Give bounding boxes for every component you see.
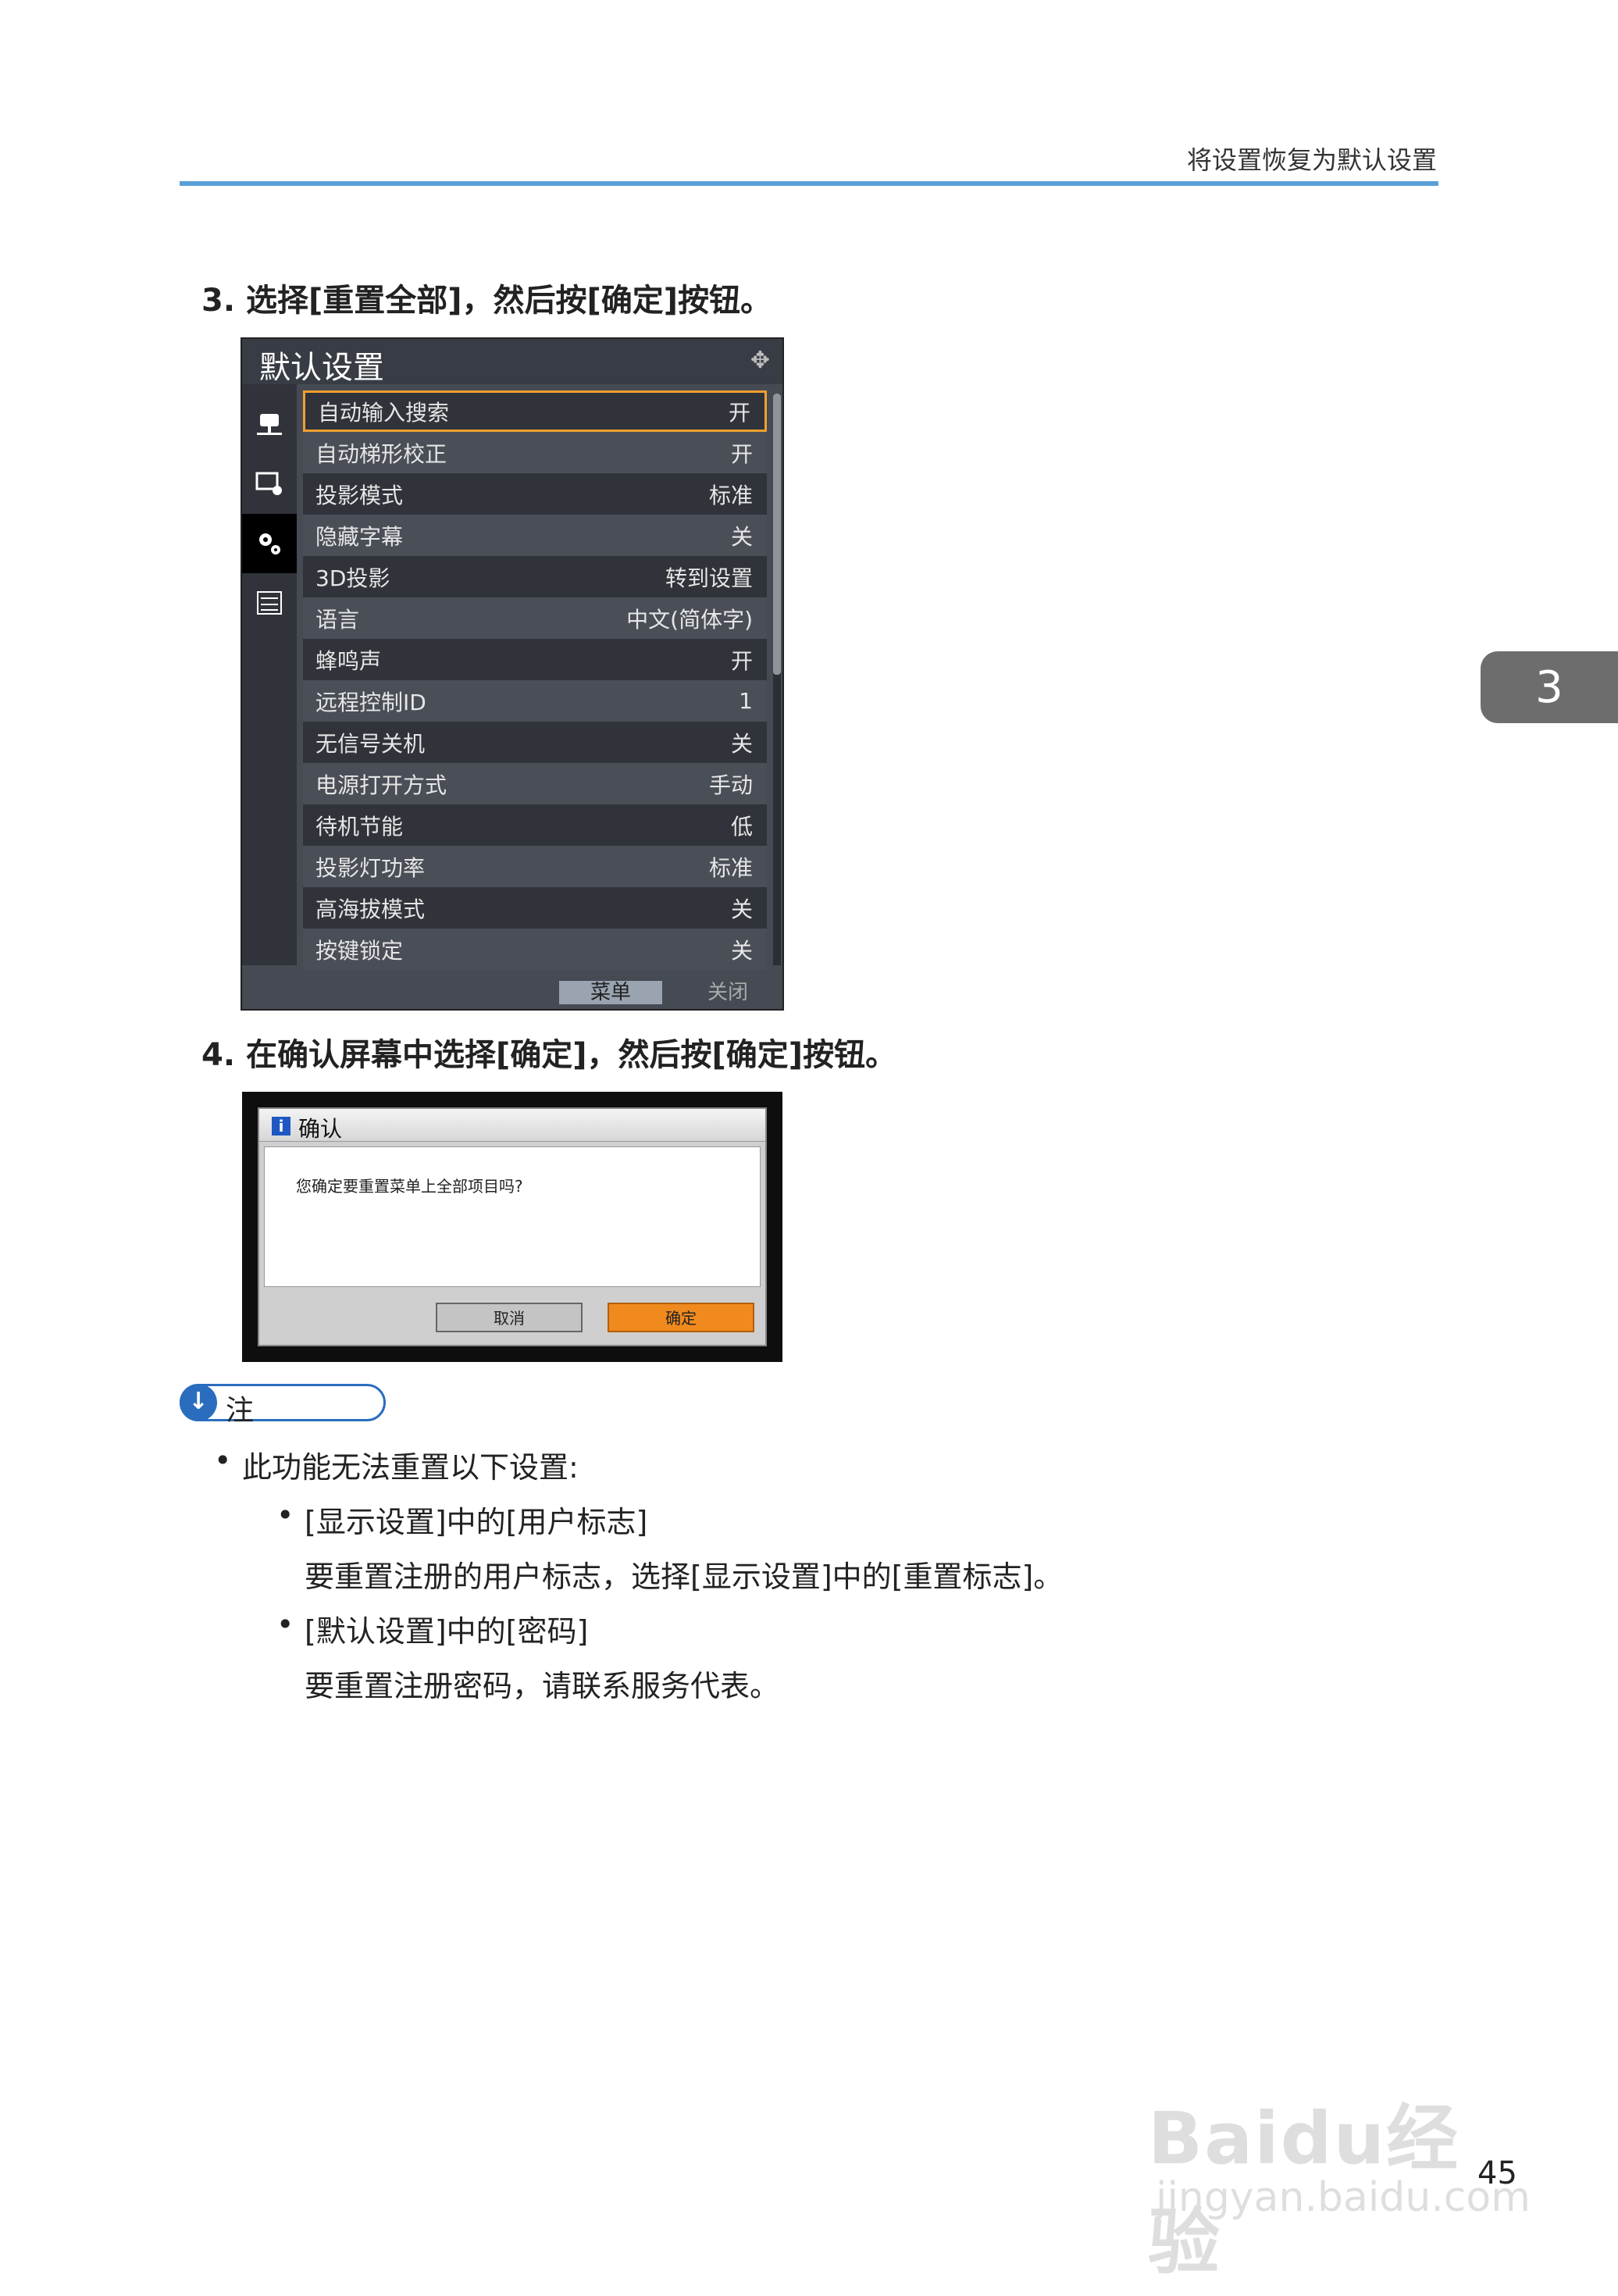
- menu-row-label: 待机节能: [315, 813, 404, 840]
- ok-button[interactable]: 确定: [608, 1303, 754, 1332]
- step-3: 3. 选择[重置全部]，然后按[确定]按钮。: [201, 283, 772, 319]
- note-item-detail: 要重置注册的用户标志，选择[显示设置]中的[重置标志]。: [305, 1560, 1064, 1594]
- menu-row-label: 蜂鸣声: [315, 647, 382, 674]
- dialog-titlebar: i 确认: [259, 1109, 765, 1142]
- note-header: ↓ 注: [180, 1384, 386, 1427]
- menu-row-label: 3D投影: [315, 565, 390, 591]
- menu-row-value: 手动: [708, 772, 753, 798]
- menu-row-value: 1: [739, 688, 753, 714]
- menu-row[interactable]: 待机节能 低: [303, 804, 767, 846]
- default-settings-menu: 默认设置 ✥ 自动输入搜索开 自动梯形校正开 投影模式 标准 隐藏字幕关 3D投影…: [241, 337, 784, 1011]
- menu-row-label: 电源打开方式: [315, 772, 447, 798]
- note-item-title: [显示设置]中的[用户标志]: [305, 1505, 648, 1539]
- menu-row-label: 投影灯功率: [315, 854, 426, 881]
- menu-row[interactable]: 自动梯形校正 开: [303, 432, 767, 473]
- menu-row-value: 转到设置: [665, 565, 753, 591]
- confirm-dialog-frame: i 确认 您确定要重置菜单上全部项目吗? 取消 确定: [242, 1092, 782, 1362]
- move-icon: ✥: [750, 347, 770, 374]
- menu-row[interactable]: 远程控制ID 1: [303, 680, 767, 722]
- note-item-detail: 要重置注册密码，请联系服务代表。: [305, 1669, 780, 1703]
- running-header: 将设置恢复为默认设置: [1186, 145, 1437, 175]
- step-4: 4. 在确认屏幕中选择[确定]，然后按[确定]按钮。: [201, 1037, 897, 1073]
- menu-row-label: 语言: [315, 606, 360, 633]
- cancel-button[interactable]: 取消: [436, 1303, 583, 1332]
- baidu-watermark: Baidu经验 jingyan.baidu.com: [1148, 2046, 1531, 2284]
- menu-row-label: 按键锁定: [315, 937, 404, 964]
- display-settings-icon[interactable]: [242, 455, 297, 514]
- menu-button[interactable]: 菜单: [559, 981, 662, 1004]
- menu-row-value: 中文(简体字): [626, 606, 753, 633]
- menu-list: 自动输入搜索开 自动梯形校正开 投影模式 标准 隐藏字幕关 3D投影 转到设置 语言…: [303, 390, 767, 970]
- menu-row[interactable]: 隐藏字幕 关: [303, 515, 767, 556]
- down-arrow-icon: ↓: [180, 1384, 217, 1421]
- watermark-url: jingyan.baidu.com: [1156, 2174, 1531, 2221]
- menu-row-value: 开: [730, 440, 753, 467]
- bullet-icon: •: [276, 1498, 294, 1532]
- default-settings-gear-icon[interactable]: [242, 514, 297, 573]
- menu-row[interactable]: 蜂鸣声 开: [303, 639, 767, 680]
- network-icon[interactable]: [242, 395, 297, 455]
- bullet-icon: •: [276, 1607, 294, 1642]
- close-button[interactable]: 关闭: [676, 981, 779, 1004]
- menu-row-label: 自动输入搜索: [318, 399, 450, 426]
- menu-row-value: 标准: [708, 854, 753, 881]
- dialog-title: 确认: [298, 1116, 343, 1142]
- menu-row-value: 关: [730, 896, 753, 922]
- header-rule: [180, 181, 1438, 186]
- menu-row-label: 自动梯形校正: [315, 440, 447, 467]
- menu-footer: 菜单 关闭: [242, 962, 782, 1009]
- menu-row-value: 关: [730, 937, 753, 964]
- menu-row-value: 低: [730, 813, 753, 840]
- menu-title: 默认设置: [259, 350, 384, 386]
- menu-scrollbar[interactable]: [773, 394, 781, 965]
- menu-row[interactable]: 高海拔模式 关: [303, 887, 767, 929]
- menu-row-label: 无信号关机: [315, 730, 426, 757]
- note-label: 注: [226, 1395, 255, 1427]
- menu-row[interactable]: 自动输入搜索 开: [303, 390, 767, 432]
- dialog-message: 您确定要重置菜单上全部项目吗?: [296, 1177, 523, 1196]
- menu-row[interactable]: 电源打开方式 手动: [303, 763, 767, 804]
- menu-row-label: 隐藏字幕: [315, 523, 404, 550]
- menu-row-value: 关: [730, 730, 753, 757]
- menu-row-label: 高海拔模式: [315, 896, 426, 922]
- note-item-title: [默认设置]中的[密码]: [305, 1614, 589, 1649]
- scrollbar-thumb[interactable]: [773, 394, 781, 675]
- menu-row-value: 标准: [708, 482, 753, 508]
- info-icon: i: [272, 1117, 290, 1136]
- menu-row-value: 关: [730, 523, 753, 550]
- menu-row[interactable]: 语言 中文(简体字): [303, 597, 767, 639]
- bullet-icon: •: [214, 1443, 232, 1478]
- dialog-body: 您确定要重置菜单上全部项目吗?: [264, 1146, 761, 1287]
- menu-row[interactable]: 3D投影 转到设置: [303, 556, 767, 597]
- menu-row-value: 开: [730, 647, 753, 674]
- menu-row[interactable]: 无信号关机 关: [303, 722, 767, 763]
- menu-titlebar: 默认设置 ✥: [242, 339, 782, 386]
- menu-sidebar: [242, 384, 297, 965]
- note-intro: 此功能无法重置以下设置:: [242, 1450, 579, 1485]
- page-number: 45: [1477, 2155, 1517, 2191]
- chapter-tab: 3: [1481, 651, 1618, 723]
- adjust-sliders-icon[interactable]: [242, 573, 297, 633]
- menu-row-value: 开: [728, 399, 750, 426]
- menu-row-label: 远程控制ID: [315, 689, 426, 715]
- confirm-dialog: i 确认 您确定要重置菜单上全部项目吗? 取消 确定: [258, 1107, 767, 1346]
- menu-row-label: 投影模式: [315, 482, 404, 508]
- menu-row[interactable]: 投影模式 标准: [303, 473, 767, 515]
- menu-row[interactable]: 投影灯功率 标准: [303, 846, 767, 887]
